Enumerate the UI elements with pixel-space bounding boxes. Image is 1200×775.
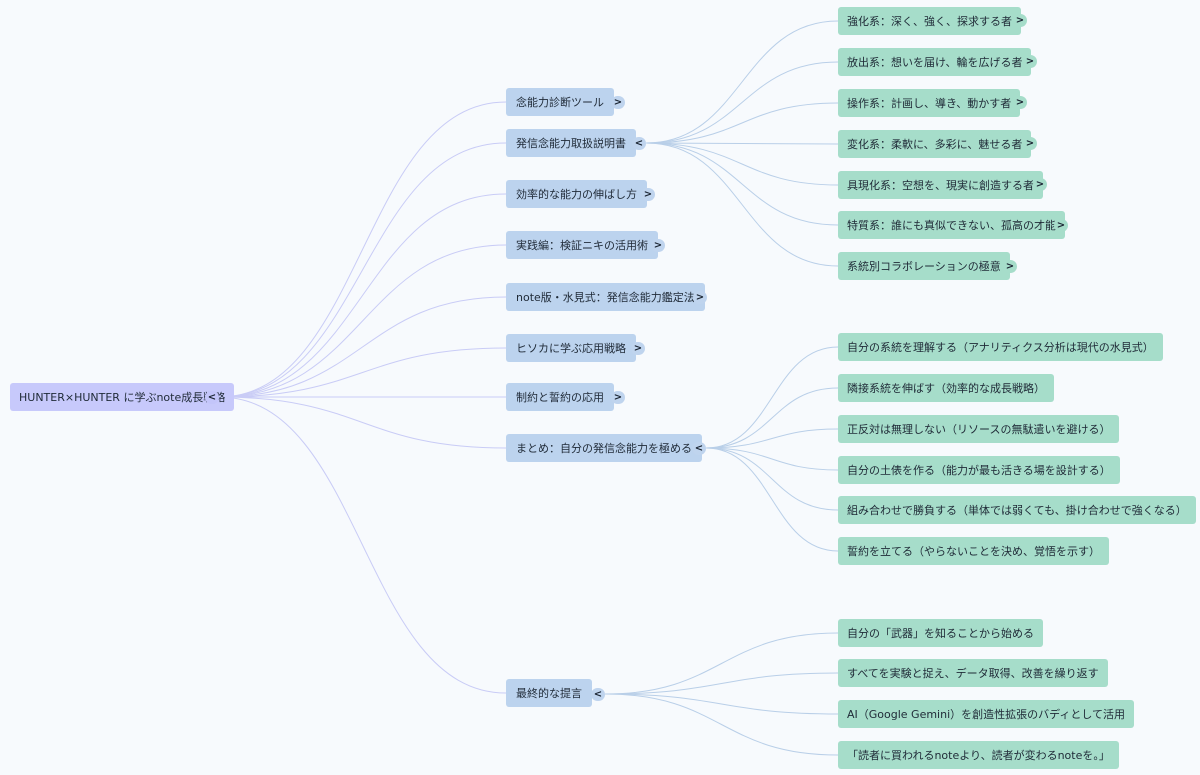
summary-item[interactable]: 隣接系統を伸ばす（効率的な成長戦略） [838, 374, 1054, 402]
branch-expand-toggle[interactable]: > [651, 239, 665, 252]
leaf-expand-toggle[interactable]: > [1013, 96, 1027, 109]
branch-water-divination[interactable]: note版・水見式：発信念能力鑑定法 [506, 283, 705, 311]
branch-expand-toggle[interactable]: > [611, 96, 625, 109]
final-item[interactable]: すべてを実験と捉え、データ取得、改善を繰り返す [838, 659, 1108, 687]
leaf-expand-toggle[interactable]: > [1023, 137, 1037, 150]
connector-curve [604, 632, 839, 695]
leaf-expand-toggle[interactable]: > [1054, 219, 1068, 232]
summary-item[interactable]: 正反対は無理しない（リソースの無駄遣いを避ける） [838, 415, 1120, 443]
leaf-expand-toggle[interactable]: > [1023, 55, 1037, 68]
connector-curve [645, 142, 839, 186]
root-node[interactable]: HUNTER×HUNTER に学ぶnote成長戦略 [10, 383, 235, 411]
leaf-emitter[interactable]: 放出系：想いを届け、輪を広げる者 [838, 48, 1032, 76]
leaf-expand-toggle[interactable]: > [1003, 260, 1017, 273]
leaf-expand-toggle[interactable]: > [1013, 14, 1027, 27]
branch-limitations-vows[interactable]: 制約と誓約の応用 [506, 383, 614, 411]
connector-curve [218, 193, 507, 398]
connector-curve [218, 396, 507, 449]
root-label: HUNTER×HUNTER に学ぶnote成長戦略 [19, 390, 226, 404]
leaf-specialist[interactable]: 特質系：誰にも真似できない、孤高の才能 [838, 211, 1065, 239]
branch-practice[interactable]: 実践編：検証ニキの活用術 [506, 231, 658, 259]
branch-collapse-toggle[interactable]: < [692, 442, 706, 455]
branch-hisoka-strategy[interactable]: ヒソカに学ぶ応用戦略 [506, 334, 636, 362]
connector-curve [218, 296, 507, 398]
branch-nen-diagnosis-tool[interactable]: 念能力診断ツール [506, 88, 614, 116]
connector-curve [645, 142, 839, 267]
branch-summary[interactable]: まとめ：自分の発信念能力を極める [506, 434, 702, 462]
branch-expand-toggle[interactable]: > [693, 291, 707, 304]
summary-item[interactable]: 自分の系統を理解する（アナリティクス分析は現代の水見式） [838, 333, 1163, 361]
connector-curve [645, 20, 839, 144]
leaf-enhancer[interactable]: 強化系：深く、強く、探求する者 [838, 7, 1021, 35]
connector-curve [705, 428, 839, 449]
leaf-expand-toggle[interactable]: > [1033, 178, 1047, 191]
connector-curve [604, 693, 839, 756]
root-collapse-toggle[interactable]: < [205, 391, 219, 404]
branch-final-proposal[interactable]: 最終的な提言 [506, 679, 592, 707]
final-item[interactable]: 「読者に買われるnoteより、読者が変わるnoteを。」 [838, 741, 1119, 769]
connector-curve [218, 101, 507, 398]
connector-curve [645, 102, 839, 144]
connector-curve [218, 396, 507, 694]
summary-item[interactable]: 自分の土俵を作る（能力が最も活きる場を設計する） [838, 456, 1120, 484]
final-item[interactable]: AI（Google Gemini）を創造性拡張のバディとして活用 [838, 700, 1135, 728]
connector-curve [218, 244, 507, 398]
leaf-manipulator[interactable]: 操作系：計画し、導き、動かす者 [838, 89, 1021, 117]
connector-curve [604, 672, 839, 695]
leaf-conjurer[interactable]: 具現化系：空想を、現実に創造する者 [838, 171, 1043, 199]
branch-expand-toggle[interactable]: > [631, 342, 645, 355]
summary-item[interactable]: 組み合わせで勝負する（単体では弱くても、掛け合わせで強くなる） [838, 496, 1196, 524]
connector-curve [705, 447, 839, 511]
branch-collapse-toggle[interactable]: < [632, 137, 646, 150]
summary-item[interactable]: 誓約を立てる（やらないことを決め、覚悟を示す） [838, 537, 1109, 565]
branch-expand-toggle[interactable]: > [611, 391, 625, 404]
connector-curve [705, 346, 839, 449]
leaf-transmuter[interactable]: 変化系：柔軟に、多彩に、魅せる者 [838, 130, 1032, 158]
branch-expand-toggle[interactable]: > [641, 188, 655, 201]
connector-curve [604, 693, 839, 715]
branch-collapse-toggle[interactable]: < [591, 688, 605, 701]
connector-curve [645, 142, 839, 145]
final-item[interactable]: 自分の「武器」を知ることから始める [838, 619, 1043, 647]
leaf-collaboration[interactable]: 系統別コラボレーションの極意 [838, 252, 1010, 280]
connector-curve [705, 447, 839, 552]
connector-curve [645, 61, 839, 144]
connector-curve [218, 142, 507, 398]
branch-efficient-growth[interactable]: 効率的な能力の伸ばし方 [506, 180, 647, 208]
branch-nen-manual[interactable]: 発信念能力取扱説明書 [506, 129, 636, 157]
